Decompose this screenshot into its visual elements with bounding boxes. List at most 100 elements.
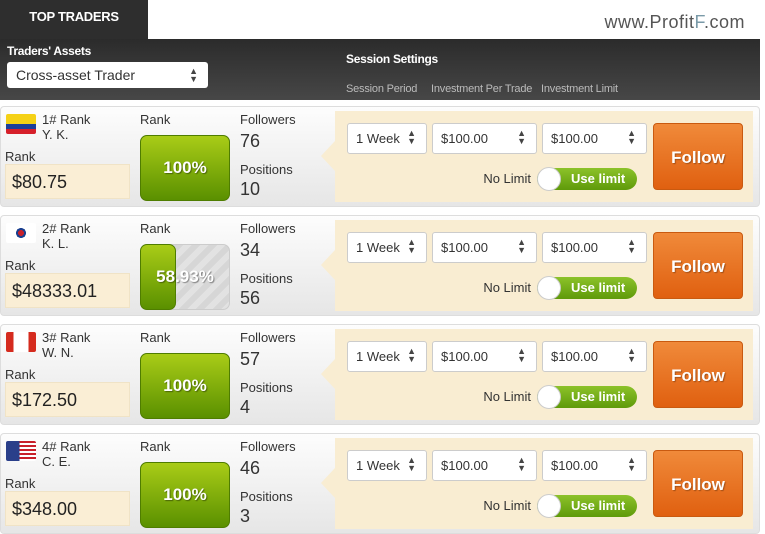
investment-limit-select[interactable]: $100.00 ▲ ▼ xyxy=(542,450,647,481)
limit-value: $100.00 xyxy=(551,131,598,146)
followers-count: 57 xyxy=(240,349,261,369)
investment-per-trade-select[interactable]: $100.00 ▲ ▼ xyxy=(432,341,537,372)
positions-count: 4 xyxy=(240,397,251,417)
rank-bar-label: Rank xyxy=(140,221,171,236)
assets-select-value: Cross-asset Trader xyxy=(16,67,136,83)
panel-pointer xyxy=(321,468,335,498)
investment-per-trade-select[interactable]: $100.00 ▲ ▼ xyxy=(432,123,537,154)
followers-count: 76 xyxy=(240,131,261,151)
brand-suffix: .com xyxy=(703,12,745,32)
no-limit-label: No Limit xyxy=(483,389,531,404)
select-arrows-icon: ▲ ▼ xyxy=(627,128,636,146)
rank-bar-label: Rank xyxy=(140,439,171,454)
trader-card: 2# Rank K. L. Rank $48333.01 Rank 58.93% … xyxy=(0,215,760,316)
session-settings-panel: 1 Week ▲ ▼ $100.00 ▲ ▼ $100.00 ▲ ▼ No Limit Us… xyxy=(321,438,753,529)
limit-value: $100.00 xyxy=(551,458,598,473)
follow-button[interactable]: Follow xyxy=(653,123,743,190)
followers-count: 46 xyxy=(240,458,261,478)
trader-value: $348.00 xyxy=(5,491,130,526)
investment-limit-select[interactable]: $100.00 ▲ ▼ xyxy=(542,123,647,154)
session-period-select[interactable]: 1 Week ▲ ▼ xyxy=(347,341,427,372)
rank-percent: 58.93% xyxy=(156,267,214,286)
follow-button[interactable]: Follow xyxy=(653,450,743,517)
trader-value: $172.50 xyxy=(5,382,130,417)
followers-label: Followers xyxy=(240,439,296,454)
followers-label: Followers xyxy=(240,112,296,127)
session-settings-label: Session Settings xyxy=(346,52,438,66)
col-investment-per-trade: Investment Per Trade xyxy=(431,83,533,95)
rank-progress-bar: 58.93% xyxy=(140,244,230,310)
session-settings-panel: 1 Week ▲ ▼ $100.00 ▲ ▼ $100.00 ▲ ▼ No Limit Us… xyxy=(321,111,753,202)
investment-limit-select[interactable]: $100.00 ▲ ▼ xyxy=(542,341,647,372)
toggle-knob[interactable] xyxy=(537,276,561,300)
session-period-value: 1 Week xyxy=(356,458,400,473)
select-arrows-icon: ▲ ▼ xyxy=(189,66,198,84)
select-arrows-icon: ▲ ▼ xyxy=(407,128,416,146)
investment-value: $100.00 xyxy=(441,240,488,255)
rank-percent: 100% xyxy=(163,485,207,504)
panel-pointer xyxy=(321,359,335,389)
trader-name: W. N. xyxy=(42,345,74,360)
trader-card: 4# Rank C. E. Rank $348.00 Rank 100% Foll… xyxy=(0,433,760,534)
brand-logo: www.ProfitF.com xyxy=(604,12,745,33)
country-flag-icon xyxy=(6,332,36,352)
toggle-knob[interactable] xyxy=(537,385,561,409)
rank-progress-bar: 100% xyxy=(140,135,230,201)
select-arrows-icon: ▲ ▼ xyxy=(407,237,416,255)
country-flag-icon xyxy=(6,114,36,134)
investment-per-trade-select[interactable]: $100.00 ▲ ▼ xyxy=(432,450,537,481)
use-limit-toggle[interactable]: Use limit xyxy=(537,385,637,409)
use-limit-toggle[interactable]: Use limit xyxy=(537,494,637,518)
tab-top-traders[interactable]: TOP TRADERS xyxy=(0,0,148,40)
followers-count: 34 xyxy=(240,240,261,260)
rank-percent: 100% xyxy=(163,376,207,395)
use-limit-toggle[interactable]: Use limit xyxy=(537,167,637,191)
trader-card: 1# Rank Y. K. Rank $80.75 Rank 100% Follo… xyxy=(0,106,760,207)
session-period-select[interactable]: 1 Week ▲ ▼ xyxy=(347,232,427,263)
select-arrows-icon: ▲ ▼ xyxy=(627,346,636,364)
investment-value: $100.00 xyxy=(441,131,488,146)
use-limit-label: Use limit xyxy=(571,498,626,513)
toggle-knob[interactable] xyxy=(537,167,561,191)
select-arrows-icon: ▲ ▼ xyxy=(627,455,636,473)
trader-name: K. L. xyxy=(42,236,69,251)
trader-rank: 3# Rank xyxy=(42,330,91,345)
positions-count: 10 xyxy=(240,179,261,199)
rank-percent: 100% xyxy=(163,158,207,177)
limit-value: $100.00 xyxy=(551,240,598,255)
positions-label: Positions xyxy=(240,271,293,286)
use-limit-toggle[interactable]: Use limit xyxy=(537,276,637,300)
session-period-value: 1 Week xyxy=(356,349,400,364)
trader-card: 3# Rank W. N. Rank $172.50 Rank 100% Foll… xyxy=(0,324,760,425)
select-arrows-icon: ▲ ▼ xyxy=(517,346,526,364)
investment-value: $100.00 xyxy=(441,458,488,473)
rank-progress-bar: 100% xyxy=(140,353,230,419)
investment-per-trade-select[interactable]: $100.00 ▲ ▼ xyxy=(432,232,537,263)
session-settings-panel: 1 Week ▲ ▼ $100.00 ▲ ▼ $100.00 ▲ ▼ No Limit Us… xyxy=(321,220,753,311)
toggle-knob[interactable] xyxy=(537,494,561,518)
rank-bar-label: Rank xyxy=(140,330,171,345)
rank-label: Rank xyxy=(5,367,36,382)
trader-rank: 4# Rank xyxy=(42,439,91,454)
use-limit-label: Use limit xyxy=(571,389,626,404)
investment-value: $100.00 xyxy=(441,349,488,364)
followers-label: Followers xyxy=(240,221,296,236)
use-limit-label: Use limit xyxy=(571,280,626,295)
positions-count: 3 xyxy=(240,506,251,526)
panel-pointer xyxy=(321,141,335,171)
rank-progress-bar: 100% xyxy=(140,462,230,528)
followers-label: Followers xyxy=(240,330,296,345)
follow-button[interactable]: Follow xyxy=(653,341,743,408)
col-session-period: Session Period xyxy=(346,83,418,95)
session-period-select[interactable]: 1 Week ▲ ▼ xyxy=(347,123,427,154)
follow-button[interactable]: Follow xyxy=(653,232,743,299)
brand-text: www.Profit xyxy=(604,12,695,32)
select-arrows-icon: ▲ ▼ xyxy=(407,346,416,364)
select-arrows-icon: ▲ ▼ xyxy=(517,128,526,146)
limit-value: $100.00 xyxy=(551,349,598,364)
assets-select[interactable]: Cross-asset Trader ▲ ▼ xyxy=(7,62,208,88)
investment-limit-select[interactable]: $100.00 ▲ ▼ xyxy=(542,232,647,263)
session-period-select[interactable]: 1 Week ▲ ▼ xyxy=(347,450,427,481)
brand-mark: F xyxy=(694,12,704,32)
rank-label: Rank xyxy=(5,476,36,491)
